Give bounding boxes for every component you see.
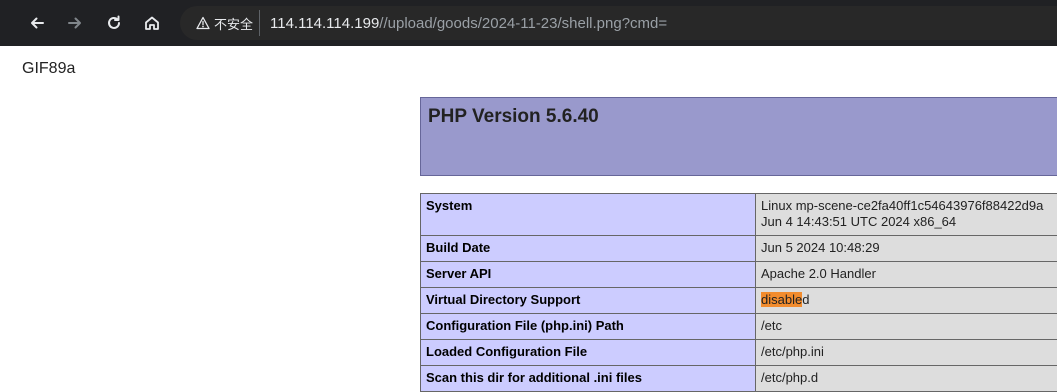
php-version-header: PHP Version 5.6.40 (420, 97, 1057, 176)
table-row: Scan this dir for additional .ini files … (421, 366, 1057, 392)
row-key: Build Date (421, 236, 756, 262)
row-value: Jun 5 2024 10:48:29 (756, 236, 1057, 262)
back-button[interactable] (21, 7, 53, 39)
url-path: //upload/goods/2024-11-23/shell.png?cmd= (379, 15, 667, 32)
url-text[interactable]: 114.114.114.199//upload/goods/2024-11-23… (270, 15, 667, 32)
arrow-left-icon (28, 14, 46, 32)
security-chip-label: 不安全 (214, 14, 253, 33)
table-row: Configuration File (php.ini) Path /etc (421, 314, 1057, 340)
row-value: /etc/php.d (756, 366, 1057, 392)
table-row: Virtual Directory Support disabled (421, 288, 1057, 314)
row-value: Linux mp-scene-ce2fa40ff1c54643976f88422… (756, 194, 1057, 236)
gif-header-text: GIF89a (22, 60, 75, 78)
row-value: /etc (756, 314, 1057, 340)
row-value-rest: d (802, 292, 809, 307)
table-row: System Linux mp-scene-ce2fa40ff1c5464397… (421, 194, 1057, 236)
row-value-line: Linux mp-scene-ce2fa40ff1c54643976f88422… (761, 198, 1054, 214)
row-key: Scan this dir for additional .ini files (421, 366, 756, 392)
table-row: Build Date Jun 5 2024 10:48:29 (421, 236, 1057, 262)
row-value-line: Jun 4 14:43:51 UTC 2024 x86_64 (761, 214, 1054, 230)
php-info-table: System Linux mp-scene-ce2fa40ff1c5464397… (420, 193, 1057, 392)
row-key: Server API (421, 262, 756, 288)
php-version-title: PHP Version 5.6.40 (428, 106, 599, 128)
page-content: GIF89a PHP Version 5.6.40 System Linux m… (0, 46, 1057, 381)
warning-icon (196, 16, 210, 30)
row-value: disabled (756, 288, 1057, 314)
home-button[interactable] (136, 7, 168, 39)
row-key: Configuration File (php.ini) Path (421, 314, 756, 340)
row-value: Apache 2.0 Handler (756, 262, 1057, 288)
row-key: System (421, 194, 756, 236)
reload-button[interactable] (98, 7, 130, 39)
row-key: Virtual Directory Support (421, 288, 756, 314)
url-host: 114.114.114.199 (270, 15, 379, 32)
browser-toolbar: 不安全 114.114.114.199//upload/goods/2024-1… (0, 0, 1057, 46)
reload-icon (105, 14, 123, 32)
home-icon (143, 14, 161, 32)
forward-button[interactable] (59, 7, 91, 39)
row-key: Loaded Configuration File (421, 340, 756, 366)
highlighted-text: disable (761, 292, 802, 307)
table-row: Loaded Configuration File /etc/php.ini (421, 340, 1057, 366)
arrow-right-icon (66, 14, 84, 32)
row-value: /etc/php.ini (756, 340, 1057, 366)
security-chip[interactable]: 不安全 (192, 10, 260, 36)
table-row: Server API Apache 2.0 Handler (421, 262, 1057, 288)
address-bar[interactable]: 不安全 114.114.114.199//upload/goods/2024-1… (180, 6, 1057, 40)
